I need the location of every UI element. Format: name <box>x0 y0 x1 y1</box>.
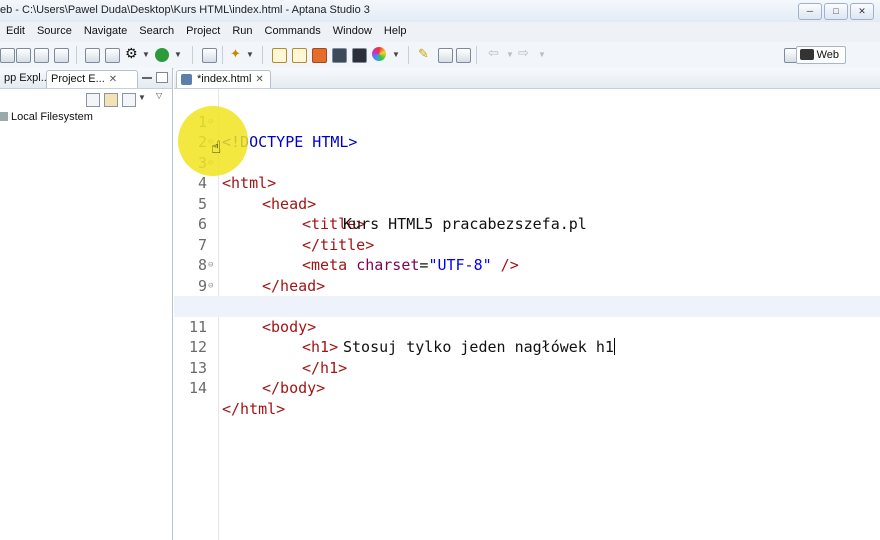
project-panel: pp Expl... Project E... ✕ ▼ ▽ Local Files… <box>0 68 173 540</box>
format-icon[interactable] <box>438 48 453 63</box>
code-line[interactable]: 13 </body> <box>174 337 880 398</box>
color-wheel-icon[interactable] <box>372 47 386 61</box>
code-editor: *index.html✕ 1 <!DOCTYPE HTML> 2 ⊖ <html… <box>174 68 880 540</box>
wand-icon[interactable]: ✦ <box>230 46 246 62</box>
panel-tabs: pp Expl... Project E... ✕ <box>0 68 172 89</box>
save-all-icon[interactable] <box>34 48 49 63</box>
filter-icon[interactable] <box>122 93 136 107</box>
paragraph-icon[interactable] <box>456 48 471 63</box>
editor-tabs: *index.html ✕ <box>174 68 880 89</box>
menu-window[interactable]: Window <box>327 25 378 37</box>
new-file-icon[interactable] <box>0 48 15 63</box>
close-button[interactable]: ✕ <box>850 3 874 20</box>
window-controls: ─ □ ✕ <box>798 3 874 20</box>
tab-app-explorer[interactable]: pp Expl... <box>0 70 48 87</box>
menu-bar: Edit Source Navigate Search Project Run … <box>0 22 880 43</box>
tab-project-explorer[interactable]: Project E... ✕ <box>46 70 138 88</box>
close-icon[interactable]: ✕ <box>109 74 117 85</box>
disk-icon <box>0 112 8 121</box>
fold-icon[interactable]: ⊖ <box>208 276 213 297</box>
title-bar: eb - C:\Users\Pawel Duda\Desktop\Kurs HT… <box>0 0 880 23</box>
layout-alt-icon[interactable] <box>292 48 307 63</box>
menu-project[interactable]: Project <box>180 25 226 37</box>
toolbar-separator <box>222 46 223 64</box>
image-icon[interactable] <box>332 48 347 63</box>
code-line[interactable]: 14 </html> <box>174 358 880 418</box>
hand-pointer-icon: ☝ <box>211 138 222 157</box>
minimize-button[interactable]: ─ <box>798 3 822 20</box>
code-line[interactable]: 9 ⊖ <body> <box>174 255 880 336</box>
forward-icon[interactable]: ⇨ <box>518 45 534 61</box>
chevron-down-icon[interactable]: ▼ <box>506 50 514 66</box>
tab-label: pp Expl... <box>4 72 48 84</box>
file-tree: Local Filesystem <box>0 111 93 123</box>
maximize-button[interactable]: □ <box>824 3 848 20</box>
close-icon[interactable]: ✕ <box>255 74 263 85</box>
menu-navigate[interactable]: Navigate <box>78 25 133 37</box>
menu-search[interactable]: Search <box>133 25 180 37</box>
toolbar-separator <box>476 46 477 64</box>
sync-icon[interactable] <box>105 48 120 63</box>
deploy-icon[interactable] <box>85 48 100 63</box>
window-title: eb - C:\Users\Pawel Duda\Desktop\Kurs HT… <box>0 4 370 16</box>
code-line[interactable]: 6 </title> <box>174 194 880 254</box>
chevron-down-icon[interactable]: ▼ <box>142 50 150 66</box>
screen-icon[interactable] <box>352 48 367 63</box>
collapse-all-icon[interactable] <box>86 93 100 107</box>
main-toolbar: ⚙ ▼ ▼ ✦ ▼ ▼ ✎ ⇦ ▼ ⇨ ▼ Web <box>0 42 880 69</box>
gear-icon[interactable]: ⚙ <box>125 45 141 61</box>
pen-icon[interactable]: ✎ <box>418 46 434 62</box>
panel-toolbar: ▼ ▽ <box>0 89 172 109</box>
tree-item-label: Local Filesystem <box>11 111 93 123</box>
print-icon[interactable] <box>54 48 69 63</box>
toolbar-separator <box>262 46 263 64</box>
fold-icon[interactable]: ⊖ <box>208 255 213 276</box>
menu-help[interactable]: Help <box>378 25 413 37</box>
editor-tab-label: *index.html <box>197 73 252 85</box>
tab-index-html[interactable]: *index.html ✕ <box>176 70 271 88</box>
line-number: 14 <box>188 379 207 397</box>
code-line[interactable]: 2 ⊖ <html> <box>174 112 880 193</box>
menu-edit[interactable]: Edit <box>0 25 31 37</box>
chevron-down-icon[interactable]: ▼ <box>246 50 254 66</box>
terminal-icon[interactable] <box>202 48 217 63</box>
maximize-panel-icon[interactable] <box>156 72 168 83</box>
code-tag: </body> <box>262 379 326 397</box>
html-file-icon <box>181 74 192 85</box>
menu-run[interactable]: Run <box>226 25 258 37</box>
home-icon[interactable] <box>312 48 327 63</box>
code-line[interactable]: 1 <!DOCTYPE HTML> <box>174 91 880 152</box>
code-area[interactable]: 1 <!DOCTYPE HTML> 2 ⊖ <html> 3 ⊖ <head> … <box>174 89 880 540</box>
code-line[interactable]: 12 </h1> <box>174 317 880 377</box>
chevron-down-icon[interactable]: ▼ <box>392 50 400 66</box>
web-button-label: Web <box>816 49 839 61</box>
code-line[interactable]: 10 ⊖ <h1> <box>174 276 880 357</box>
run-icon[interactable] <box>155 48 169 62</box>
code-line-current[interactable]: 11 Stosuj tylko jeden nagłówek h1 <box>174 296 880 356</box>
back-icon[interactable]: ⇦ <box>488 45 504 61</box>
save-icon[interactable] <box>16 48 31 63</box>
code-tag: </html> <box>222 399 286 418</box>
chevron-down-icon[interactable]: ▼ <box>174 50 182 66</box>
web-perspective-button[interactable]: Web <box>795 46 846 64</box>
toolbar-separator <box>192 46 193 64</box>
web-icon <box>799 49 814 60</box>
minimize-panel-icon[interactable] <box>142 77 152 79</box>
code-line[interactable]: 4 ⊖ <title> <box>174 153 880 234</box>
menu-source[interactable]: Source <box>31 25 78 37</box>
code-line[interactable]: 3 ⊖ <head> <box>174 132 880 213</box>
chevron-down-icon[interactable]: ▼ <box>538 50 546 66</box>
code-line[interactable]: 7 <meta charset="UTF-8" /> <box>174 214 880 275</box>
code-line[interactable]: 5 Kurs HTML5 pracabezszefa.pl <box>174 173 880 234</box>
layout-icon[interactable] <box>272 48 287 63</box>
tab-label: Project E... <box>51 73 105 85</box>
tree-item-local-filesystem[interactable]: Local Filesystem <box>0 111 93 123</box>
view-menu-icon[interactable]: ▽ <box>156 91 164 107</box>
chevron-down-icon[interactable]: ▼ <box>138 93 146 109</box>
code-line[interactable]: 8 </head> <box>174 235 880 295</box>
toolbar-separator <box>76 46 77 64</box>
menu-commands[interactable]: Commands <box>259 25 327 37</box>
link-icon[interactable] <box>104 93 118 107</box>
toolbar-separator <box>408 46 409 64</box>
